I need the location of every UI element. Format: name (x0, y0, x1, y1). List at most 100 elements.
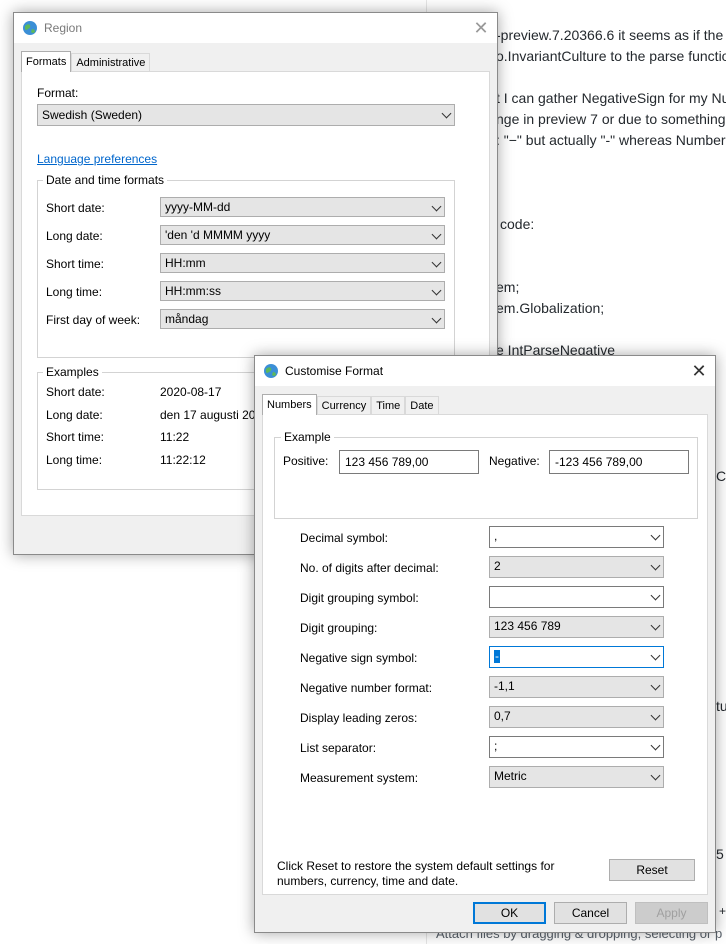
negative-label: Negative: (489, 454, 540, 468)
language-preferences-link[interactable]: Language preferences (37, 152, 157, 166)
measurement-system-value: Metric (494, 769, 527, 783)
example-label: Short date: (46, 385, 105, 399)
format-label: Format: (37, 86, 79, 100)
customise-title: Customise Format (285, 364, 384, 378)
customise-tabs: Numbers Currency Time Date (262, 394, 439, 415)
list-separator-value: ; (494, 739, 498, 753)
text-line: : "−" but actually "-" whereas Number (496, 132, 726, 148)
first-day-label: First day of week: (46, 313, 141, 327)
negative-sign-symbol-label: Negative sign symbol: (300, 651, 418, 665)
region-title: Region (44, 21, 83, 35)
text-line: em.Globalization; (496, 300, 605, 316)
date-time-formats-group: Date and time formats Short date: yyyy-M… (37, 173, 455, 358)
short-date-value: yyyy-MM-dd (165, 200, 231, 214)
decimal-symbol-value: , (494, 529, 498, 543)
long-time-value: HH:mm:ss (165, 284, 221, 298)
text-line: o.InvariantCulture to the parse functio (496, 48, 726, 64)
chevron-down-icon (431, 285, 442, 296)
example-value: 2020-08-17 (160, 385, 222, 399)
format-select[interactable]: Swedish (Sweden) (37, 104, 455, 126)
long-time-select[interactable]: HH:mm:ss (160, 281, 445, 301)
chevron-down-icon (650, 650, 661, 661)
chevron-down-icon (650, 590, 661, 601)
ok-button[interactable]: OK (473, 902, 546, 924)
example-value: 11:22 (160, 430, 190, 444)
add-icon[interactable]: + (719, 904, 726, 918)
chevron-down-icon (650, 710, 661, 721)
long-time-label: Long time: (46, 285, 103, 299)
leading-zeros-value: 0,7 (494, 709, 511, 723)
text-line: Cu (716, 468, 726, 484)
close-button[interactable]: ✕ (687, 360, 711, 382)
text-line: t I can gather NegativeSign for my Nu (496, 90, 726, 106)
chevron-down-icon (431, 313, 442, 324)
digits-after-decimal-select[interactable]: 2 (489, 556, 664, 578)
digit-grouping-select[interactable]: 123 456 789 (489, 616, 664, 638)
globe-icon (264, 364, 278, 378)
first-day-value: måndag (165, 312, 209, 326)
chevron-down-icon (650, 560, 661, 571)
close-button[interactable]: ✕ (469, 17, 493, 39)
tab-currency[interactable]: Currency (316, 396, 372, 415)
long-date-label: Long date: (46, 229, 103, 243)
digit-grouping-value: 123 456 789 (494, 619, 561, 633)
group-title: Example (281, 430, 334, 444)
tab-date[interactable]: Date (405, 396, 439, 415)
long-date-value: 'den 'd MMMM yyyy (165, 228, 271, 242)
example-value: den 17 augusti 202 (160, 408, 263, 422)
cancel-button[interactable]: Cancel (554, 902, 627, 924)
example-group: Example Positive: 123 456 789,00 Negativ… (274, 430, 698, 519)
text-line: 5 c (716, 846, 726, 862)
negative-sign-symbol-select[interactable]: - (489, 646, 664, 668)
text-line: code: (500, 216, 535, 232)
long-date-select[interactable]: 'den 'd MMMM yyyy (160, 225, 445, 245)
tab-administrative[interactable]: Administrative (71, 53, 151, 72)
customise-format-dialog: Customise Format ✕ Numbers Currency Time… (254, 355, 716, 933)
digit-grouping-symbol-select[interactable] (489, 586, 664, 608)
digit-grouping-symbol-label: Digit grouping symbol: (300, 591, 419, 605)
measurement-system-select[interactable]: Metric (489, 766, 664, 788)
short-time-label: Short time: (46, 257, 105, 271)
negative-number-format-value: -1,1 (494, 679, 515, 693)
positive-example-field: 123 456 789,00 (339, 450, 479, 474)
negative-example-field: -123 456 789,00 (549, 450, 689, 474)
negative-sign-value: - (494, 649, 500, 663)
list-separator-select[interactable]: ; (489, 736, 664, 758)
group-title: Date and time formats (43, 173, 168, 187)
chevron-down-icon (650, 680, 661, 691)
chevron-down-icon (431, 201, 442, 212)
measurement-system-label: Measurement system: (300, 771, 419, 785)
digits-after-decimal-value: 2 (494, 559, 501, 573)
customise-titlebar: Customise Format ✕ (255, 356, 715, 386)
tab-time[interactable]: Time (371, 396, 406, 415)
leading-zeros-select[interactable]: 0,7 (489, 706, 664, 728)
chevron-down-icon (441, 108, 452, 119)
region-titlebar: Region ✕ (14, 13, 497, 43)
globe-icon (23, 21, 37, 35)
apply-button[interactable]: Apply (635, 902, 708, 924)
tab-formats[interactable]: Formats (21, 51, 72, 72)
positive-label: Positive: (283, 454, 329, 468)
decimal-symbol-select[interactable]: , (489, 526, 664, 548)
chevron-down-icon (650, 530, 661, 541)
format-value: Swedish (Sweden) (42, 108, 143, 122)
short-date-select[interactable]: yyyy-MM-dd (160, 197, 445, 217)
text-line: em; (496, 279, 520, 295)
chevron-down-icon (650, 740, 661, 751)
short-date-label: Short date: (46, 201, 105, 215)
chevron-down-icon (431, 257, 442, 268)
region-tabs: Formats Administrative (21, 51, 151, 72)
short-time-select[interactable]: HH:mm (160, 253, 445, 273)
digits-after-decimal-label: No. of digits after decimal: (300, 561, 439, 575)
reset-note-line2: numbers, currency, time and date. (277, 874, 459, 888)
negative-number-format-label: Negative number format: (300, 681, 433, 695)
negative-number-format-select[interactable]: -1,1 (489, 676, 664, 698)
reset-button[interactable]: Reset (609, 859, 695, 881)
text-line: nge in preview 7 or due to something (496, 111, 726, 127)
first-day-select[interactable]: måndag (160, 309, 445, 329)
group-title: Examples (43, 365, 102, 379)
tab-numbers[interactable]: Numbers (262, 394, 317, 415)
short-time-value: HH:mm (165, 256, 206, 270)
example-label: Short time: (46, 430, 105, 444)
chevron-down-icon (650, 620, 661, 631)
